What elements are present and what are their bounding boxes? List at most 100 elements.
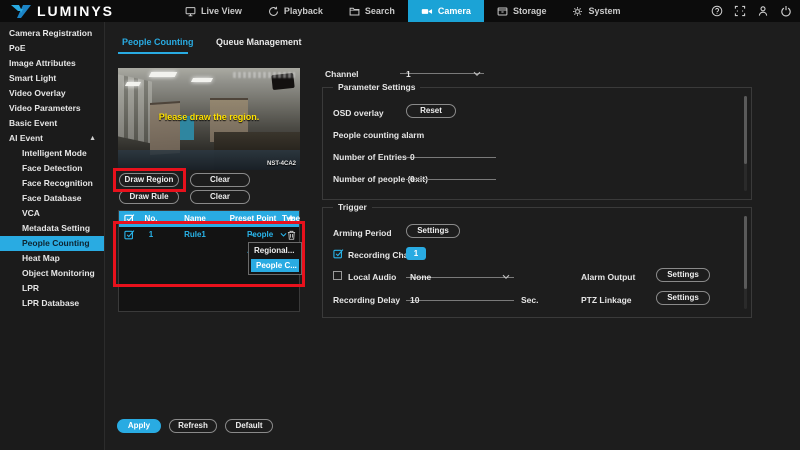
- ptz-linkage-label: PTZ Linkage: [581, 295, 632, 305]
- chevron-down-icon: [502, 274, 510, 280]
- draw-region-button[interactable]: Draw Region: [119, 173, 179, 187]
- scene-ceiling-light: [191, 78, 213, 82]
- local-audio-value: None: [410, 272, 431, 282]
- dropdown-option-people-counting[interactable]: People C...: [251, 259, 299, 272]
- playback-icon: [268, 6, 279, 17]
- ptz-linkage-settings-button[interactable]: Settings: [656, 291, 710, 305]
- row-check-icon[interactable]: [124, 229, 135, 240]
- osd-camera-label: NST-4CA2: [267, 161, 296, 167]
- main-nav: Live View Playback Search Camera: [172, 0, 634, 22]
- sidebar-item-video-parameters[interactable]: Video Parameters: [0, 101, 104, 116]
- draw-rule-button[interactable]: Draw Rule: [119, 190, 179, 204]
- tab-people-counting[interactable]: People Counting: [122, 37, 194, 47]
- number-of-entries-input[interactable]: 0: [406, 146, 496, 158]
- sidebar-item-lpr[interactable]: LPR: [0, 281, 104, 296]
- arming-period-settings-button[interactable]: Settings: [406, 224, 460, 238]
- nav-playback[interactable]: Playback: [255, 0, 336, 22]
- refresh-button[interactable]: Refresh: [169, 419, 217, 433]
- nav-label: Live View: [201, 6, 242, 16]
- nav-label: Storage: [513, 6, 547, 16]
- top-actions: [711, 0, 792, 22]
- scrollbar-thumb[interactable]: [744, 216, 747, 289]
- scrollbar-thumb[interactable]: [744, 96, 747, 164]
- number-of-people-exit-input[interactable]: 0: [406, 168, 496, 180]
- recording-delay-unit: Sec.: [521, 295, 539, 305]
- recording-delay-input[interactable]: 10: [406, 289, 514, 301]
- sidebar-item-basic-event[interactable]: Basic Event: [0, 116, 104, 131]
- sidebar-item-poe[interactable]: PoE: [0, 41, 104, 56]
- sidebar-item-face-database[interactable]: Face Database: [0, 191, 104, 206]
- scrollbar[interactable]: [744, 96, 747, 191]
- trigger-title: Trigger: [333, 202, 372, 212]
- nav-camera[interactable]: Camera: [408, 0, 484, 22]
- sidebar-item-video-overlay[interactable]: Video Overlay: [0, 86, 104, 101]
- local-audio-checkbox[interactable]: [333, 271, 342, 280]
- nav-label: Camera: [438, 6, 471, 16]
- monitor-icon: [185, 6, 196, 17]
- sidebar: Camera Registration PoE Image Attributes…: [0, 22, 105, 450]
- chevron-up-icon: ▲: [89, 131, 96, 146]
- column-header-no: No.: [137, 211, 165, 227]
- chevron-down-icon[interactable]: [280, 232, 287, 238]
- scrollbar[interactable]: [744, 216, 747, 309]
- scene-partition: [150, 101, 180, 155]
- nav-label: Search: [365, 6, 395, 16]
- nav-storage[interactable]: Storage: [484, 0, 560, 22]
- scene-ceiling-light: [149, 72, 178, 77]
- nav-search[interactable]: Search: [336, 0, 408, 22]
- sidebar-item-image-attributes[interactable]: Image Attributes: [0, 56, 104, 71]
- sidebar-item-smart-light[interactable]: Smart Light: [0, 71, 104, 86]
- power-icon[interactable]: [780, 5, 792, 17]
- active-tab-underline: [118, 52, 188, 54]
- sidebar-item-people-counting[interactable]: People Counting: [0, 236, 104, 251]
- recording-channel-checkbox-checked[interactable]: [333, 248, 344, 259]
- sidebar-item-heat-map[interactable]: Heat Map: [0, 251, 104, 266]
- storage-icon: [497, 6, 508, 17]
- sidebar-item-intelligent-mode[interactable]: Intelligent Mode: [0, 146, 104, 161]
- tab-queue-management[interactable]: Queue Management: [216, 37, 302, 47]
- default-button[interactable]: Default: [225, 419, 273, 433]
- user-icon[interactable]: [757, 5, 769, 17]
- column-header-preset-point: Preset Point: [223, 211, 283, 227]
- recording-delay-label: Recording Delay: [333, 295, 400, 305]
- camera-preview[interactable]: Please draw the region. NST-4CA2: [118, 68, 300, 170]
- help-icon[interactable]: [711, 5, 723, 17]
- luminys-logo-icon: [10, 4, 32, 19]
- sidebar-item-vca[interactable]: VCA: [0, 206, 104, 221]
- sidebar-item-camera-registration[interactable]: Camera Registration: [0, 26, 104, 41]
- channel-select[interactable]: 1: [400, 62, 484, 74]
- local-audio-label: Local Audio: [348, 272, 396, 282]
- sidebar-item-object-monitoring[interactable]: Object Monitoring: [0, 266, 104, 281]
- osd-overlay-label: OSD overlay: [333, 108, 384, 118]
- add-rule-button[interactable]: +: [283, 211, 299, 227]
- delete-rule-icon[interactable]: [287, 230, 296, 240]
- brand-logo: LUMINYS: [0, 3, 114, 19]
- cell-no: 1: [137, 227, 165, 243]
- sidebar-item-metadata-setting[interactable]: Metadata Setting: [0, 221, 104, 236]
- dropdown-option-regional[interactable]: Regional...: [249, 243, 301, 258]
- clear-rule-button[interactable]: Clear: [190, 190, 250, 204]
- column-header-name: Name: [167, 211, 223, 227]
- table-row[interactable]: 1 Rule1 -- People ...: [119, 227, 299, 243]
- recording-channel-chip[interactable]: 1: [406, 247, 426, 260]
- top-bar: LUMINYS Live View Playback Search: [0, 0, 800, 22]
- nav-live-view[interactable]: Live View: [172, 0, 255, 22]
- parameter-settings-title: Parameter Settings: [333, 82, 420, 92]
- nav-system[interactable]: System: [559, 0, 633, 22]
- alarm-output-settings-button[interactable]: Settings: [656, 268, 710, 282]
- sidebar-item-face-recognition[interactable]: Face Recognition: [0, 176, 104, 191]
- recording-delay-value: 10: [410, 295, 419, 305]
- capture-icon[interactable]: [734, 5, 746, 17]
- scene-ceiling-light: [125, 82, 141, 86]
- apply-button[interactable]: Apply: [117, 419, 161, 433]
- select-all-check-icon[interactable]: [124, 213, 135, 224]
- type-dropdown-menu: Regional... People C...: [248, 242, 302, 275]
- sidebar-item-ai-event[interactable]: AI Event ▲: [0, 131, 104, 146]
- sidebar-item-lpr-database[interactable]: LPR Database: [0, 296, 104, 311]
- sidebar-item-face-detection[interactable]: Face Detection: [0, 161, 104, 176]
- number-of-entries-value: 0: [410, 152, 415, 162]
- clear-region-button[interactable]: Clear: [190, 173, 250, 187]
- camera-icon: [421, 6, 433, 17]
- local-audio-select[interactable]: None: [406, 266, 514, 278]
- osd-reset-button[interactable]: Reset: [406, 104, 456, 118]
